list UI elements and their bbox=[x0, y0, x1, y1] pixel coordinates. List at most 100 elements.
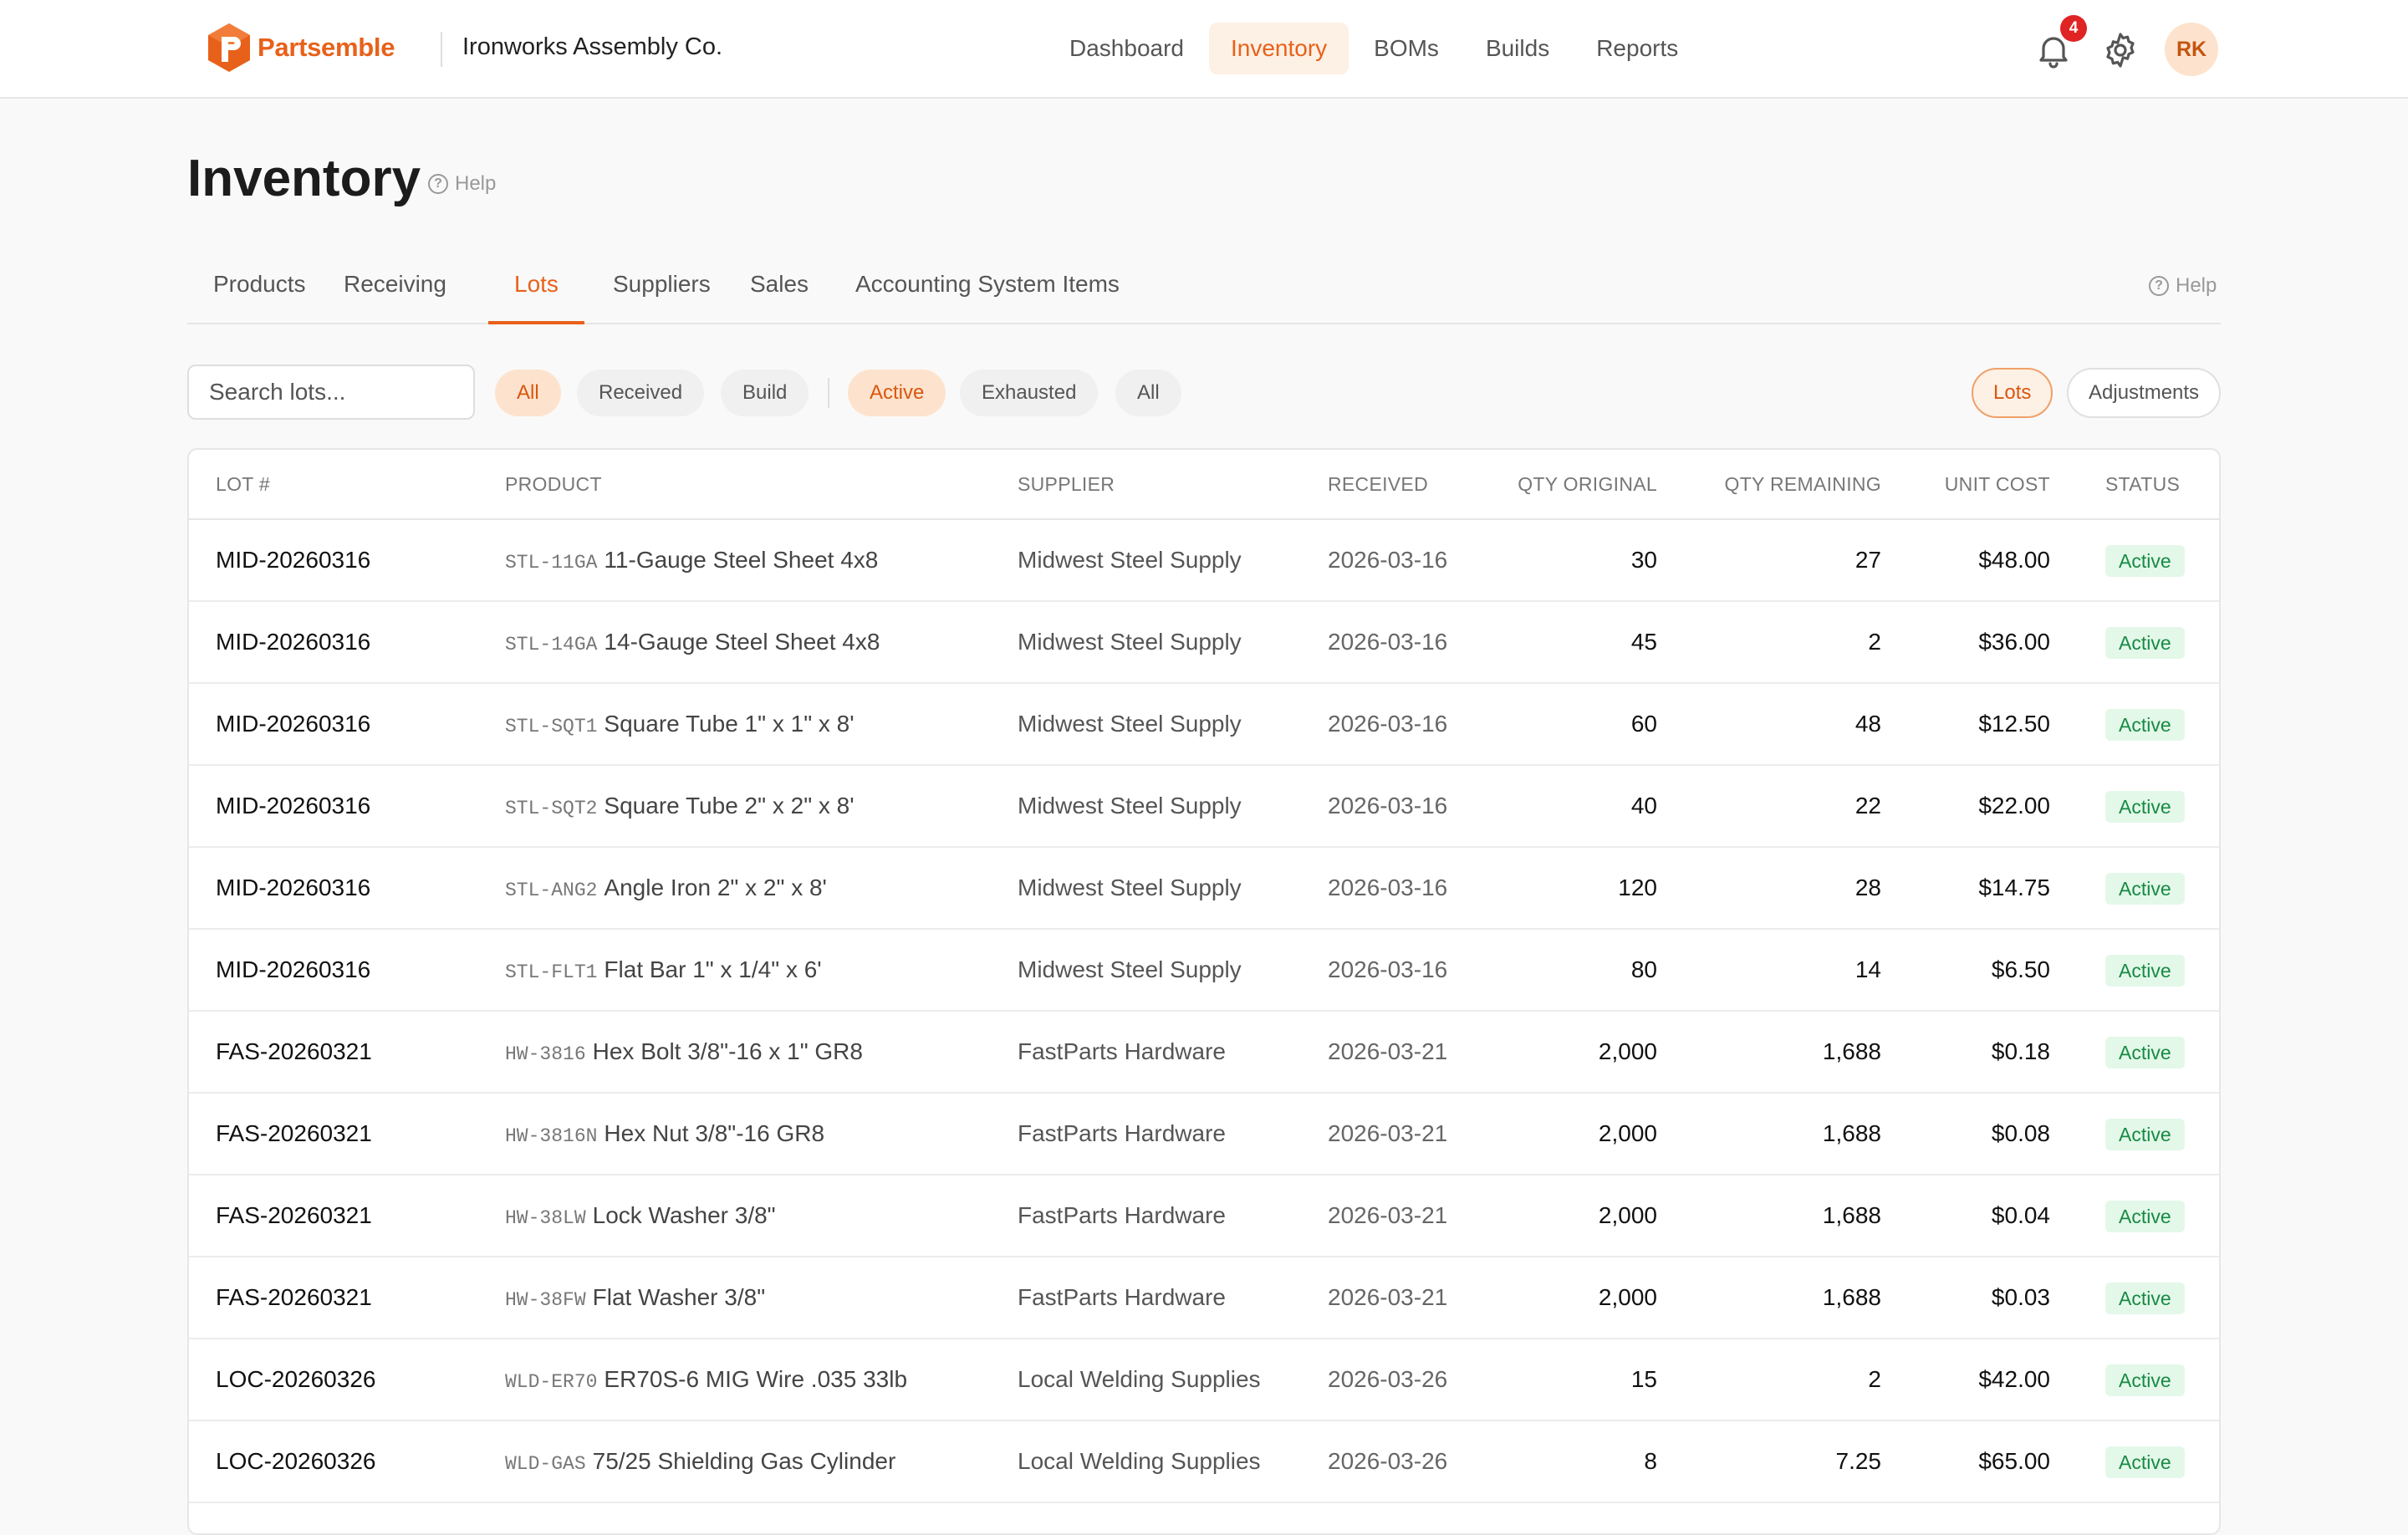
qty-remaining: 1,688 bbox=[1822, 1284, 1881, 1310]
filter-status-exhausted[interactable]: Exhausted bbox=[960, 370, 1099, 416]
qty-remaining: 1,688 bbox=[1822, 1202, 1881, 1228]
unit-cost: $65.00 bbox=[1978, 1448, 2050, 1474]
supplier-name: FastParts Hardware bbox=[1018, 1120, 1226, 1146]
table-row[interactable] bbox=[189, 1503, 2219, 1533]
table-row[interactable]: MID-20260316 STL-11GA 11-Gauge Steel Sheet… bbox=[189, 520, 2219, 602]
table-row[interactable]: MID-20260316 STL-SQT1 Square Tube 1" x 1" … bbox=[189, 684, 2219, 766]
qty-remaining: 2 bbox=[1868, 1366, 1881, 1392]
received-date: 2026-03-26 bbox=[1328, 1366, 1448, 1392]
column-header-received[interactable]: RECEIVED bbox=[1328, 473, 1428, 496]
qty-remaining: 1,688 bbox=[1822, 1120, 1881, 1146]
qty-remaining: 7.25 bbox=[1835, 1448, 1882, 1474]
help-link[interactable]: ? Help bbox=[428, 172, 496, 196]
product-name: Hex Bolt 3/8"-16 x 1" GR8 bbox=[592, 1038, 863, 1064]
tab-products[interactable]: Products bbox=[187, 273, 332, 324]
qty-original: 2,000 bbox=[1598, 1284, 1657, 1310]
nav-boms[interactable]: BOMs bbox=[1352, 23, 1461, 74]
gear-icon[interactable] bbox=[2100, 30, 2140, 70]
tabs-help-link[interactable]: ? Help bbox=[2149, 274, 2217, 298]
product-cell: STL-14GA 14-Gauge Steel Sheet 4x8 bbox=[505, 629, 880, 655]
qty-original: 40 bbox=[1630, 793, 1657, 818]
qty-remaining: 28 bbox=[1854, 875, 1881, 900]
table-row[interactable]: FAS-20260321 HW-38LW Lock Washer 3/8" FastP… bbox=[189, 1175, 2219, 1257]
table-row[interactable]: MID-20260316 STL-SQT2 Square Tube 2" x 2" … bbox=[189, 766, 2219, 848]
qty-original: 80 bbox=[1630, 956, 1657, 982]
tab-receiving[interactable]: Receiving bbox=[318, 273, 472, 324]
view-toggle-adjustments[interactable]: Adjustments bbox=[2067, 368, 2222, 418]
question-icon: ? bbox=[428, 174, 448, 194]
product-name: Square Tube 1" x 1" x 8' bbox=[604, 711, 855, 737]
product-sku: STL-11GA bbox=[505, 552, 598, 574]
column-header-lot[interactable]: LOT # bbox=[216, 473, 270, 496]
avatar[interactable]: RK bbox=[2165, 23, 2218, 76]
received-date: 2026-03-21 bbox=[1328, 1284, 1448, 1310]
status-badge: Active bbox=[2105, 1119, 2185, 1150]
filter-source-build[interactable]: Build bbox=[721, 370, 809, 416]
lot-number[interactable]: FAS-20260321 bbox=[216, 1038, 372, 1065]
organization-name[interactable]: Ironworks Assembly Co. bbox=[462, 33, 722, 61]
divider bbox=[828, 378, 829, 408]
lot-number[interactable]: MID-20260316 bbox=[216, 875, 370, 901]
received-date: 2026-03-16 bbox=[1328, 547, 1448, 573]
supplier-name: Midwest Steel Supply bbox=[1018, 629, 1242, 655]
table-row[interactable]: MID-20260316 STL-ANG2 Angle Iron 2" x 2" x… bbox=[189, 848, 2219, 930]
view-toggle-lots[interactable]: Lots bbox=[1972, 368, 2053, 418]
received-date: 2026-03-21 bbox=[1328, 1038, 1448, 1064]
column-header-status[interactable]: STATUS bbox=[2105, 473, 2180, 496]
nav-reports[interactable]: Reports bbox=[1574, 23, 1700, 74]
lot-number[interactable]: MID-20260316 bbox=[216, 711, 370, 737]
brand-logo[interactable]: Partsemble bbox=[206, 22, 395, 74]
lot-number[interactable]: LOC-20260326 bbox=[216, 1366, 375, 1393]
nav-builds[interactable]: Builds bbox=[1464, 23, 1571, 74]
product-name: Flat Bar 1" x 1/4" x 6' bbox=[604, 956, 822, 982]
filter-status-active[interactable]: Active bbox=[848, 370, 946, 416]
table-row[interactable]: FAS-20260321 HW-3816N Hex Nut 3/8"-16 GR8 F… bbox=[189, 1094, 2219, 1175]
column-header-unit-cost[interactable]: UNIT COST bbox=[1945, 473, 2050, 496]
tab-suppliers[interactable]: Suppliers bbox=[587, 273, 737, 324]
unit-cost: $22.00 bbox=[1978, 793, 2050, 818]
table-row[interactable]: FAS-20260321 HW-3816 Hex Bolt 3/8"-16 x 1"… bbox=[189, 1012, 2219, 1094]
tab-accounting-system-items[interactable]: Accounting System Items bbox=[829, 273, 1145, 324]
lot-number[interactable]: MID-20260316 bbox=[216, 629, 370, 655]
qty-remaining: 48 bbox=[1854, 711, 1881, 737]
column-header-supplier[interactable]: SUPPLIER bbox=[1018, 473, 1115, 496]
received-date: 2026-03-16 bbox=[1328, 629, 1448, 655]
qty-original: 8 bbox=[1644, 1448, 1657, 1474]
lot-number[interactable]: MID-20260316 bbox=[216, 547, 370, 574]
filter-source-all[interactable]: All bbox=[495, 370, 561, 416]
supplier-name: Midwest Steel Supply bbox=[1018, 956, 1242, 982]
product-sku: HW-3816 bbox=[505, 1043, 586, 1065]
unit-cost: $6.50 bbox=[1991, 956, 2050, 982]
tab-lots[interactable]: Lots bbox=[488, 273, 584, 324]
lot-number[interactable]: LOC-20260326 bbox=[216, 1448, 375, 1475]
supplier-name: Midwest Steel Supply bbox=[1018, 711, 1242, 737]
help-label: Help bbox=[455, 172, 497, 195]
nav-dashboard[interactable]: Dashboard bbox=[1048, 23, 1206, 74]
lot-number[interactable]: MID-20260316 bbox=[216, 793, 370, 819]
table-row[interactable]: LOC-20260326 WLD-ER70 ER70S-6 MIG Wire .03… bbox=[189, 1339, 2219, 1421]
lot-number[interactable]: FAS-20260321 bbox=[216, 1284, 372, 1311]
column-header-qty-remaining[interactable]: QTY REMAINING bbox=[1725, 473, 1882, 496]
product-sku: STL-ANG2 bbox=[505, 880, 598, 901]
table-row[interactable]: MID-20260316 STL-FLT1 Flat Bar 1" x 1/4" x… bbox=[189, 930, 2219, 1012]
tab-sales[interactable]: Sales bbox=[724, 273, 834, 324]
received-date: 2026-03-16 bbox=[1328, 793, 1448, 818]
lot-number[interactable]: FAS-20260321 bbox=[216, 1202, 372, 1229]
supplier-name: FastParts Hardware bbox=[1018, 1038, 1226, 1064]
lot-number[interactable]: FAS-20260321 bbox=[216, 1120, 372, 1147]
table-row[interactable]: LOC-20260326 WLD-GAS 75/25 Shielding Gas C… bbox=[189, 1421, 2219, 1503]
product-sku: HW-38FW bbox=[505, 1289, 586, 1311]
column-header-product[interactable]: PRODUCT bbox=[505, 473, 602, 496]
product-sku: STL-SQT1 bbox=[505, 716, 598, 737]
table-row[interactable]: MID-20260316 STL-14GA 14-Gauge Steel Sheet… bbox=[189, 602, 2219, 684]
status-badge: Active bbox=[2105, 791, 2185, 823]
filter-status-all[interactable]: All bbox=[1115, 370, 1181, 416]
nav-inventory[interactable]: Inventory bbox=[1208, 23, 1349, 74]
column-header-qty-original[interactable]: QTY ORIGINAL bbox=[1518, 473, 1657, 496]
lot-number[interactable]: MID-20260316 bbox=[216, 956, 370, 983]
qty-original: 2,000 bbox=[1598, 1120, 1657, 1146]
product-cell: STL-SQT2 Square Tube 2" x 2" x 8' bbox=[505, 793, 855, 819]
filter-source-received[interactable]: Received bbox=[577, 370, 705, 416]
table-row[interactable]: FAS-20260321 HW-38FW Flat Washer 3/8" FastP… bbox=[189, 1257, 2219, 1339]
search-input[interactable] bbox=[187, 365, 475, 420]
